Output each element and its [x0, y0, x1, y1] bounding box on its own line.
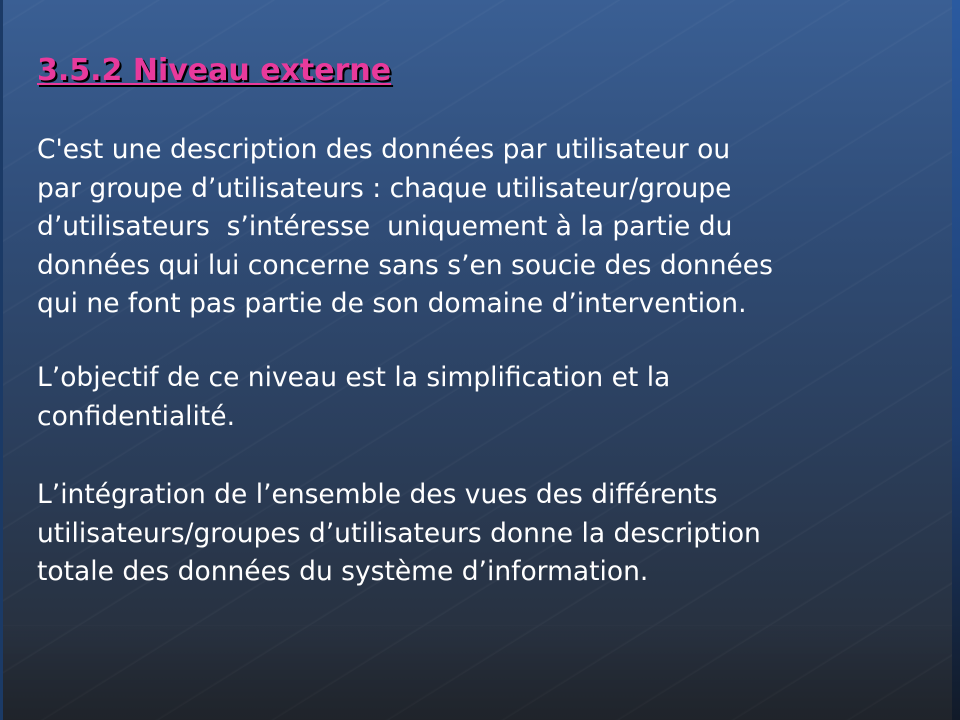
- paragraph-line: L’intégration de l’ensemble des vues des…: [37, 479, 718, 510]
- left-edge-bar: [0, 0, 3, 720]
- paragraph-line: qui ne font pas partie de son domaine d’…: [37, 288, 747, 319]
- paragraph-line: confidentialité.: [37, 400, 236, 432]
- paragraph-line: d’utilisateurs s’intéresse uniquement à …: [37, 211, 733, 242]
- paragraph-line: utilisateurs/groupes d’utilisateurs donn…: [37, 517, 761, 549]
- slide-heading: 3.5.2 Niveau externe: [37, 53, 392, 88]
- paragraph-line: L’objectif de ce niveau est la simplific…: [37, 362, 671, 393]
- bottom-band: [0, 625, 960, 720]
- paragraph-objective: L’objectif de ce niveau est la simplific…: [37, 359, 937, 436]
- right-edge-bar: [952, 0, 960, 720]
- paragraph-line: C'est une description des données par ut…: [37, 134, 731, 165]
- slide: 3.5.2 Niveau externe C'est une descripti…: [0, 0, 960, 720]
- paragraph-integration: L’intégration de l’ensemble des vues des…: [37, 476, 937, 592]
- paragraph-line: données qui lui concerne sans s’en souci…: [37, 249, 773, 281]
- paragraph-line: totale des données du système d’informat…: [37, 556, 649, 587]
- paragraph-line: par groupe d’utilisateurs : chaque utili…: [37, 172, 732, 204]
- paragraph-description: C'est une description des données par ut…: [37, 131, 937, 324]
